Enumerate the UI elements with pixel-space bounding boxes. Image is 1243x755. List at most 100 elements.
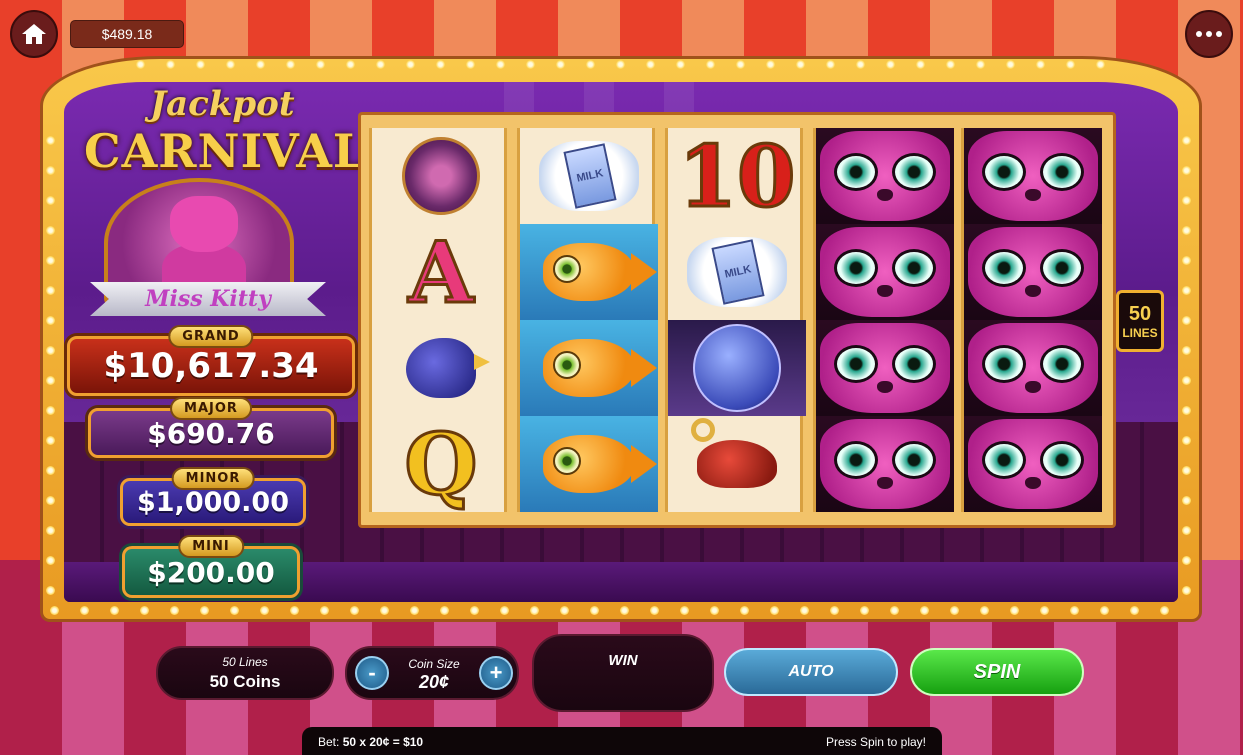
coin-increase-button[interactable]: + (479, 656, 513, 690)
milk-icon: MILK (539, 141, 639, 211)
lines-badge: 50 LINES (1116, 290, 1164, 352)
marquee-bulb (46, 436, 55, 445)
marquee-bulb (1182, 226, 1191, 235)
marquee-bulb (166, 60, 175, 69)
grand-value: $10,617.34 (103, 346, 319, 386)
reel-3: 10 MILK (665, 128, 806, 512)
marquee-bulb (140, 606, 149, 615)
marquee-bulb (46, 586, 55, 595)
marquee-bulb (1182, 556, 1191, 565)
lines-badge-number: 50 (1128, 302, 1152, 325)
marquee-bulb (680, 606, 689, 615)
coin-decrease-button[interactable]: - (355, 656, 389, 690)
marquee-bulb (1182, 136, 1191, 145)
mini-value: $200.00 (147, 555, 275, 589)
moon-icon (693, 324, 781, 412)
marquee-bulb (350, 606, 359, 615)
marquee-bulb (826, 60, 835, 69)
marquee-bulb (200, 606, 209, 615)
marquee-bulb (320, 606, 329, 615)
balance-display: $489.18 (70, 20, 184, 48)
minor-label: MINOR (171, 467, 255, 490)
marquee-bulb (530, 606, 539, 615)
marquee-bulb (830, 606, 839, 615)
marquee-bulb (46, 466, 55, 475)
marquee-bulb (1096, 60, 1105, 69)
marquee-bulb (856, 60, 865, 69)
symbol-miss-kitty (816, 416, 954, 512)
marquee-bulb (230, 606, 239, 615)
status-message: Press Spin to play! (825, 735, 926, 749)
marquee-bulb (616, 60, 625, 69)
yarn-ball-icon (402, 137, 480, 215)
marquee-bulb (586, 60, 595, 69)
symbol-goldfish (520, 416, 658, 512)
symbol-queen: Q (403, 416, 479, 512)
symbol-miss-kitty (816, 320, 954, 416)
marquee-bulb (376, 60, 385, 69)
milk-icon: MILK (687, 237, 787, 307)
marquee-bulb (1036, 60, 1045, 69)
spin-button[interactable]: SPIN (910, 648, 1084, 696)
marquee-bulb (1066, 60, 1075, 69)
marquee-bulb (46, 226, 55, 235)
marquee-bulb (470, 606, 479, 615)
marquee-bulb (916, 60, 925, 69)
reel-4 (813, 128, 954, 512)
marquee-bulb (920, 606, 929, 615)
symbol-wind-up-mouse (668, 416, 806, 512)
marquee-bulb (46, 166, 55, 175)
marquee-bulb (170, 606, 179, 615)
marquee-bulb (1130, 606, 1139, 615)
auto-button[interactable]: AUTO (724, 648, 898, 696)
marquee-bulb (46, 286, 55, 295)
marquee-bulb (46, 196, 55, 205)
symbol-miss-kitty (964, 128, 1102, 224)
marquee-bulb (46, 376, 55, 385)
kitty-head (170, 196, 238, 252)
lines-badge-label: LINES (1122, 325, 1158, 340)
symbol-goldfish (520, 320, 658, 416)
coin-size-value: 20¢ (418, 672, 450, 692)
home-icon (22, 24, 46, 44)
marquee-bulb (406, 60, 415, 69)
marquee-bulb (316, 60, 325, 69)
bet-summary: Bet: 50 x 20¢ = $10 (318, 735, 424, 749)
bluebird-icon (406, 338, 490, 398)
marquee-bulb (290, 606, 299, 615)
major-value: $690.76 (147, 416, 275, 450)
marquee-bulb (1182, 286, 1191, 295)
mini-label: MINI (178, 535, 244, 558)
marquee-bulb (496, 60, 505, 69)
marquee-bulb (260, 606, 269, 615)
grand-jackpot: GRAND $10,617.34 (67, 325, 355, 396)
symbol-miss-kitty (964, 320, 1102, 416)
miss-kitty-icon (820, 323, 950, 413)
goldfish-icon (543, 243, 657, 301)
more-menu-button[interactable] (1185, 10, 1233, 58)
marquee-bulb (1182, 316, 1191, 325)
marquee-bulb (466, 60, 475, 69)
marquee-bulb (950, 606, 959, 615)
marquee-bulb (1182, 346, 1191, 355)
marquee-bulb (1070, 606, 1079, 615)
marquee-bulb (1182, 256, 1191, 265)
marquee-bulb (1182, 166, 1191, 175)
marquee-bulb (46, 136, 55, 145)
miss-kitty-icon (968, 419, 1098, 509)
marquee-bulb (1100, 606, 1109, 615)
marquee-bulb (740, 606, 749, 615)
marquee-bulb (556, 60, 565, 69)
marquee-bulb (46, 496, 55, 505)
marquee-bulb (410, 606, 419, 615)
marquee-bulb (860, 606, 869, 615)
marquee-bulb (800, 606, 809, 615)
marquee-bulb (796, 60, 805, 69)
symbol-ace: A (407, 224, 475, 320)
symbol-moon (668, 320, 806, 416)
marquee-bulb (946, 60, 955, 69)
home-button[interactable] (10, 10, 58, 58)
major-jackpot: MAJOR $690.76 (88, 397, 334, 458)
marquee-bulb (1182, 376, 1191, 385)
marquee-bulb (526, 60, 535, 69)
